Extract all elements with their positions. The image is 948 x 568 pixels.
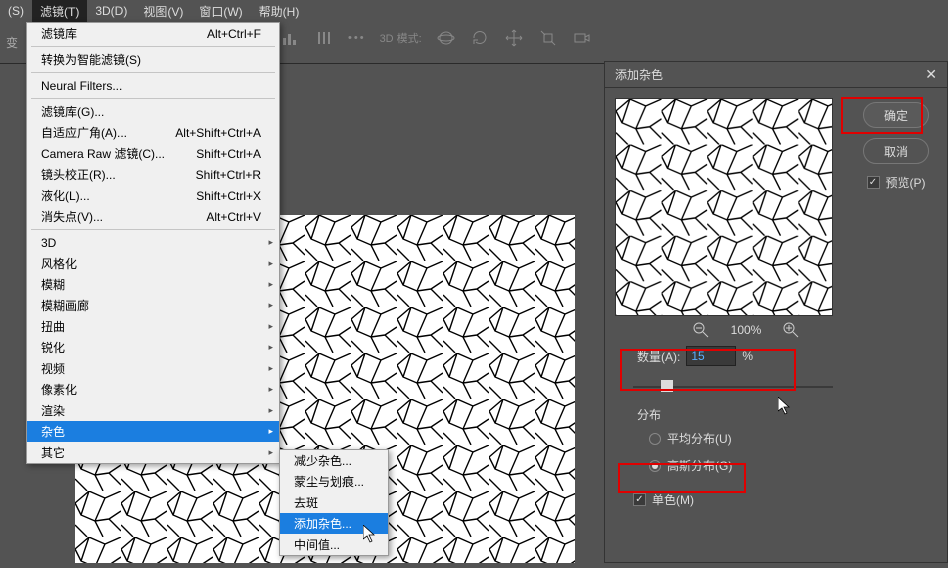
cancel-button[interactable]: 取消 [863, 138, 929, 164]
menu-item-sharpen[interactable]: 锐化 [27, 337, 279, 358]
camera-icon[interactable] [572, 28, 592, 48]
menu-item-adaptive[interactable]: 自适应广角(A)...Alt+Shift+Ctrl+A [27, 122, 279, 143]
menu-item-smartfilter[interactable]: 转换为智能滤镜(S) [27, 49, 279, 70]
menu-item-blurgallery[interactable]: 模糊画廊 [27, 295, 279, 316]
histogram-icon[interactable] [280, 28, 300, 48]
submenu-despeckle[interactable]: 去斑 [280, 492, 388, 513]
menu-item-blur[interactable]: 模糊 [27, 274, 279, 295]
menu-item[interactable]: (S) [0, 1, 32, 21]
menu-item-neural[interactable]: Neural Filters... [27, 75, 279, 96]
menu-item-video[interactable]: 视频 [27, 358, 279, 379]
close-icon[interactable]: ✕ [925, 66, 937, 83]
menu-item-gallery[interactable]: 滤镜库(G)... [27, 101, 279, 122]
zoom-in-icon[interactable] [783, 322, 799, 338]
dialog-title: 添加杂色 [615, 66, 663, 83]
zoom-out-icon[interactable] [693, 322, 709, 338]
menu-item-other[interactable]: 其它 [27, 442, 279, 463]
rotate-icon[interactable] [470, 28, 490, 48]
mono-checkbox[interactable]: ✓单色(M) [633, 491, 855, 508]
distribution-label: 分布 [637, 406, 855, 423]
vertical-bars-icon[interactable] [314, 28, 334, 48]
submenu-reduce-noise[interactable]: 减少杂色... [280, 450, 388, 471]
options-bar-right: ••• 3D 模式: [280, 28, 592, 48]
noise-submenu: 减少杂色... 蒙尘与划痕... 去斑 添加杂色... 中间值... [279, 449, 389, 556]
menu-item-vanish[interactable]: 消失点(V)...Alt+Ctrl+V [27, 206, 279, 227]
submenu-median[interactable]: 中间值... [280, 534, 388, 555]
dialog-titlebar[interactable]: 添加杂色 ✕ [605, 62, 947, 88]
more-icon[interactable]: ••• [348, 32, 366, 44]
menu-item-3d-sub[interactable]: 3D [27, 232, 279, 253]
cursor-icon [778, 397, 792, 420]
scale-icon[interactable] [538, 28, 558, 48]
menu-item-3d[interactable]: 3D(D) [87, 1, 135, 21]
amount-label: 数量(A): [637, 348, 680, 365]
submenu-dust[interactable]: 蒙尘与划痕... [280, 471, 388, 492]
ok-button[interactable]: 确定 [863, 102, 929, 128]
menu-item-window[interactable]: 窗口(W) [191, 0, 250, 23]
add-noise-dialog: 添加杂色 ✕ 100% 数量(A): % 分布 平均分布(U) [604, 61, 948, 563]
radio-uniform[interactable]: 平均分布(U) [645, 427, 855, 450]
zoom-label: 100% [731, 323, 762, 337]
menubar: (S) 滤镜(T) 3D(D) 视图(V) 窗口(W) 帮助(H) [0, 0, 948, 22]
menu-item-distort[interactable]: 扭曲 [27, 316, 279, 337]
preview-checkbox[interactable]: ✓预览(P) [867, 174, 926, 191]
menu-item-view[interactable]: 视图(V) [135, 0, 191, 23]
toolbar-fragment: 变 [6, 34, 18, 51]
menu-item-lens[interactable]: 镜头校正(R)...Shift+Ctrl+R [27, 164, 279, 185]
menu-item-help[interactable]: 帮助(H) [251, 0, 308, 23]
menu-item-liquify[interactable]: 液化(L)...Shift+Ctrl+X [27, 185, 279, 206]
menu-item-stylize[interactable]: 风格化 [27, 253, 279, 274]
preview-image[interactable] [615, 98, 833, 316]
submenu-add-noise[interactable]: 添加杂色... [280, 513, 388, 534]
menu-item-noise[interactable]: 杂色 [27, 421, 279, 442]
amount-slider[interactable] [633, 378, 833, 396]
menu-item-lastfilter[interactable]: 滤镜库Alt+Ctrl+F [27, 23, 279, 44]
mode-label: 3D 模式: [380, 30, 422, 46]
radio-gaussian[interactable]: 高斯分布(G) [645, 454, 855, 477]
orbit-icon[interactable] [436, 28, 456, 48]
menu-item-render[interactable]: 渲染 [27, 400, 279, 421]
menu-item-cameraraw[interactable]: Camera Raw 滤镜(C)...Shift+Ctrl+A [27, 143, 279, 164]
move-icon[interactable] [504, 28, 524, 48]
menu-item-pixelate[interactable]: 像素化 [27, 379, 279, 400]
amount-input[interactable] [686, 346, 736, 366]
filter-menu-dropdown: 滤镜库Alt+Ctrl+F 转换为智能滤镜(S) Neural Filters.… [26, 22, 280, 464]
amount-unit: % [742, 349, 753, 363]
menu-item-filter[interactable]: 滤镜(T) [32, 0, 87, 23]
